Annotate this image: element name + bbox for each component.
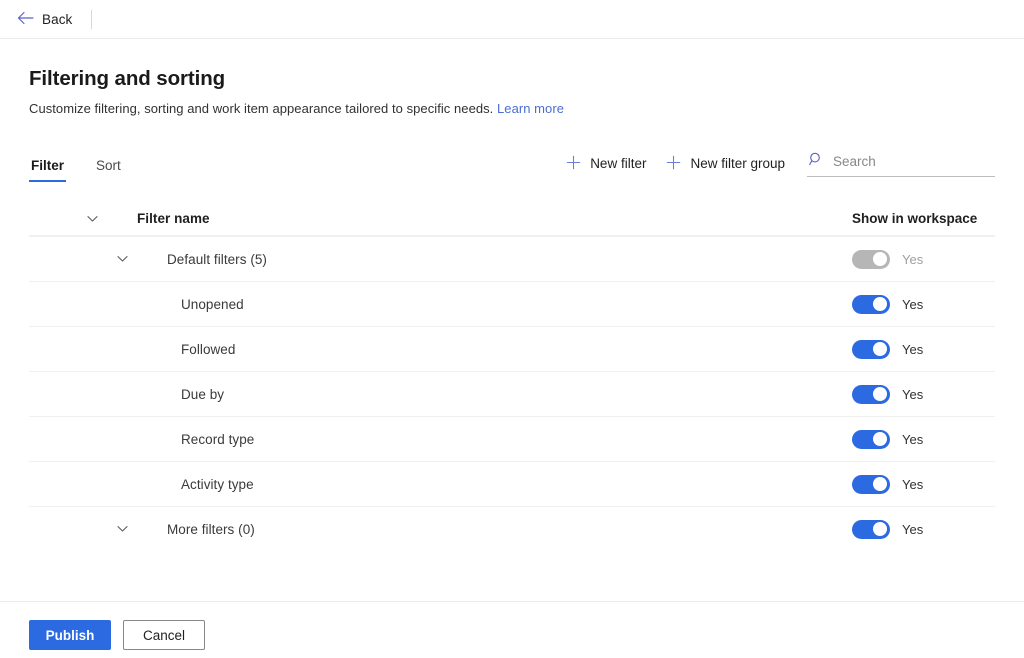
column-header-filter-name: Filter name — [137, 211, 210, 226]
new-filter-button[interactable]: New filter — [556, 151, 656, 177]
new-filter-group-label: New filter group — [690, 156, 785, 171]
toggle-state-label: Yes — [902, 521, 924, 537]
row-name-cell: Record type — [29, 432, 825, 447]
row-toggle-cell: Yes — [825, 429, 995, 449]
row-toggle-cell: Yes — [825, 294, 995, 314]
row-label: Record type — [181, 431, 255, 447]
toggle-state-label: Yes — [902, 296, 924, 312]
plus-icon — [566, 155, 581, 173]
row-name-cell: Followed — [29, 342, 825, 357]
topbar-divider — [91, 9, 93, 29]
row-name-cell: Activity type — [29, 477, 825, 492]
filters-table: Filter name Show in workspace Default fi… — [29, 202, 995, 551]
back-label: Back — [42, 11, 73, 27]
tab-filter[interactable]: Filter — [29, 158, 67, 182]
show-in-workspace-toggle[interactable] — [852, 519, 890, 539]
table-row[interactable]: Unopened Yes — [29, 281, 995, 326]
table-row[interactable]: Followed Yes — [29, 326, 995, 371]
row-name-cell: More filters (0) — [29, 521, 825, 537]
row-toggle-cell: Yes — [825, 249, 995, 269]
row-label: Unopened — [181, 296, 244, 312]
footer-actions: Publish Cancel — [0, 601, 1024, 650]
toggle-state-label: Yes — [902, 476, 924, 492]
chevron-down-icon[interactable] — [113, 521, 132, 537]
row-label: Followed — [181, 341, 236, 357]
page-content: Filtering and sorting Customize filterin… — [0, 67, 1024, 551]
column-header-show-in-workspace: Show in workspace — [852, 211, 978, 226]
show-in-workspace-toggle[interactable] — [852, 474, 890, 494]
row-label: Default filters (5) — [167, 251, 267, 267]
row-label: Due by — [181, 386, 225, 402]
header-cell-name: Filter name — [29, 211, 825, 227]
plus-icon — [666, 155, 681, 173]
table-row[interactable]: Activity type Yes — [29, 461, 995, 506]
page-subtitle-text: Customize filtering, sorting and work it… — [29, 101, 494, 116]
page-subtitle: Customize filtering, sorting and work it… — [29, 101, 995, 116]
chevron-down-icon[interactable] — [83, 211, 102, 227]
top-bar: Back — [0, 0, 1024, 39]
table-row[interactable]: Default filters (5) Yes — [29, 236, 995, 281]
toggle-state-label: Yes — [902, 251, 924, 267]
search-box[interactable] — [807, 150, 995, 177]
search-input[interactable] — [831, 153, 993, 170]
toolbar: New filter New filter group — [556, 150, 995, 182]
show-in-workspace-toggle — [852, 249, 890, 269]
row-name-cell: Default filters (5) — [29, 251, 825, 267]
tab-sort[interactable]: Sort — [94, 158, 123, 182]
row-name-cell: Unopened — [29, 297, 825, 312]
row-toggle-cell: Yes — [825, 339, 995, 359]
table-row[interactable]: More filters (0) Yes — [29, 506, 995, 551]
chevron-down-icon[interactable] — [113, 251, 132, 267]
show-in-workspace-toggle[interactable] — [852, 339, 890, 359]
table-row[interactable]: Due by Yes — [29, 371, 995, 416]
row-label: Activity type — [181, 476, 254, 492]
toggle-state-label: Yes — [902, 431, 924, 447]
show-in-workspace-toggle[interactable] — [852, 429, 890, 449]
page-title: Filtering and sorting — [29, 67, 226, 90]
learn-more-link[interactable]: Learn more — [497, 101, 564, 116]
toggle-state-label: Yes — [902, 386, 924, 402]
row-toggle-cell: Yes — [825, 519, 995, 539]
publish-button[interactable]: Publish — [29, 620, 111, 650]
new-filter-label: New filter — [590, 156, 647, 171]
row-toggle-cell: Yes — [825, 384, 995, 404]
cancel-button[interactable]: Cancel — [123, 620, 205, 650]
new-filter-group-button[interactable]: New filter group — [656, 151, 795, 177]
show-in-workspace-toggle[interactable] — [852, 384, 890, 404]
toggle-state-label: Yes — [902, 341, 924, 357]
arrow-left-icon — [17, 11, 34, 28]
table-header-row: Filter name Show in workspace — [29, 202, 995, 236]
row-toggle-cell: Yes — [825, 474, 995, 494]
row-name-cell: Due by — [29, 387, 825, 402]
tabs-toolbar-row: Filter Sort New filter New filter group — [29, 146, 995, 182]
back-button[interactable]: Back — [11, 7, 78, 32]
table-row[interactable]: Record type Yes — [29, 416, 995, 461]
search-icon — [809, 152, 823, 171]
tab-list: Filter Sort — [29, 158, 123, 182]
show-in-workspace-toggle[interactable] — [852, 294, 890, 314]
row-label: More filters (0) — [167, 521, 255, 537]
